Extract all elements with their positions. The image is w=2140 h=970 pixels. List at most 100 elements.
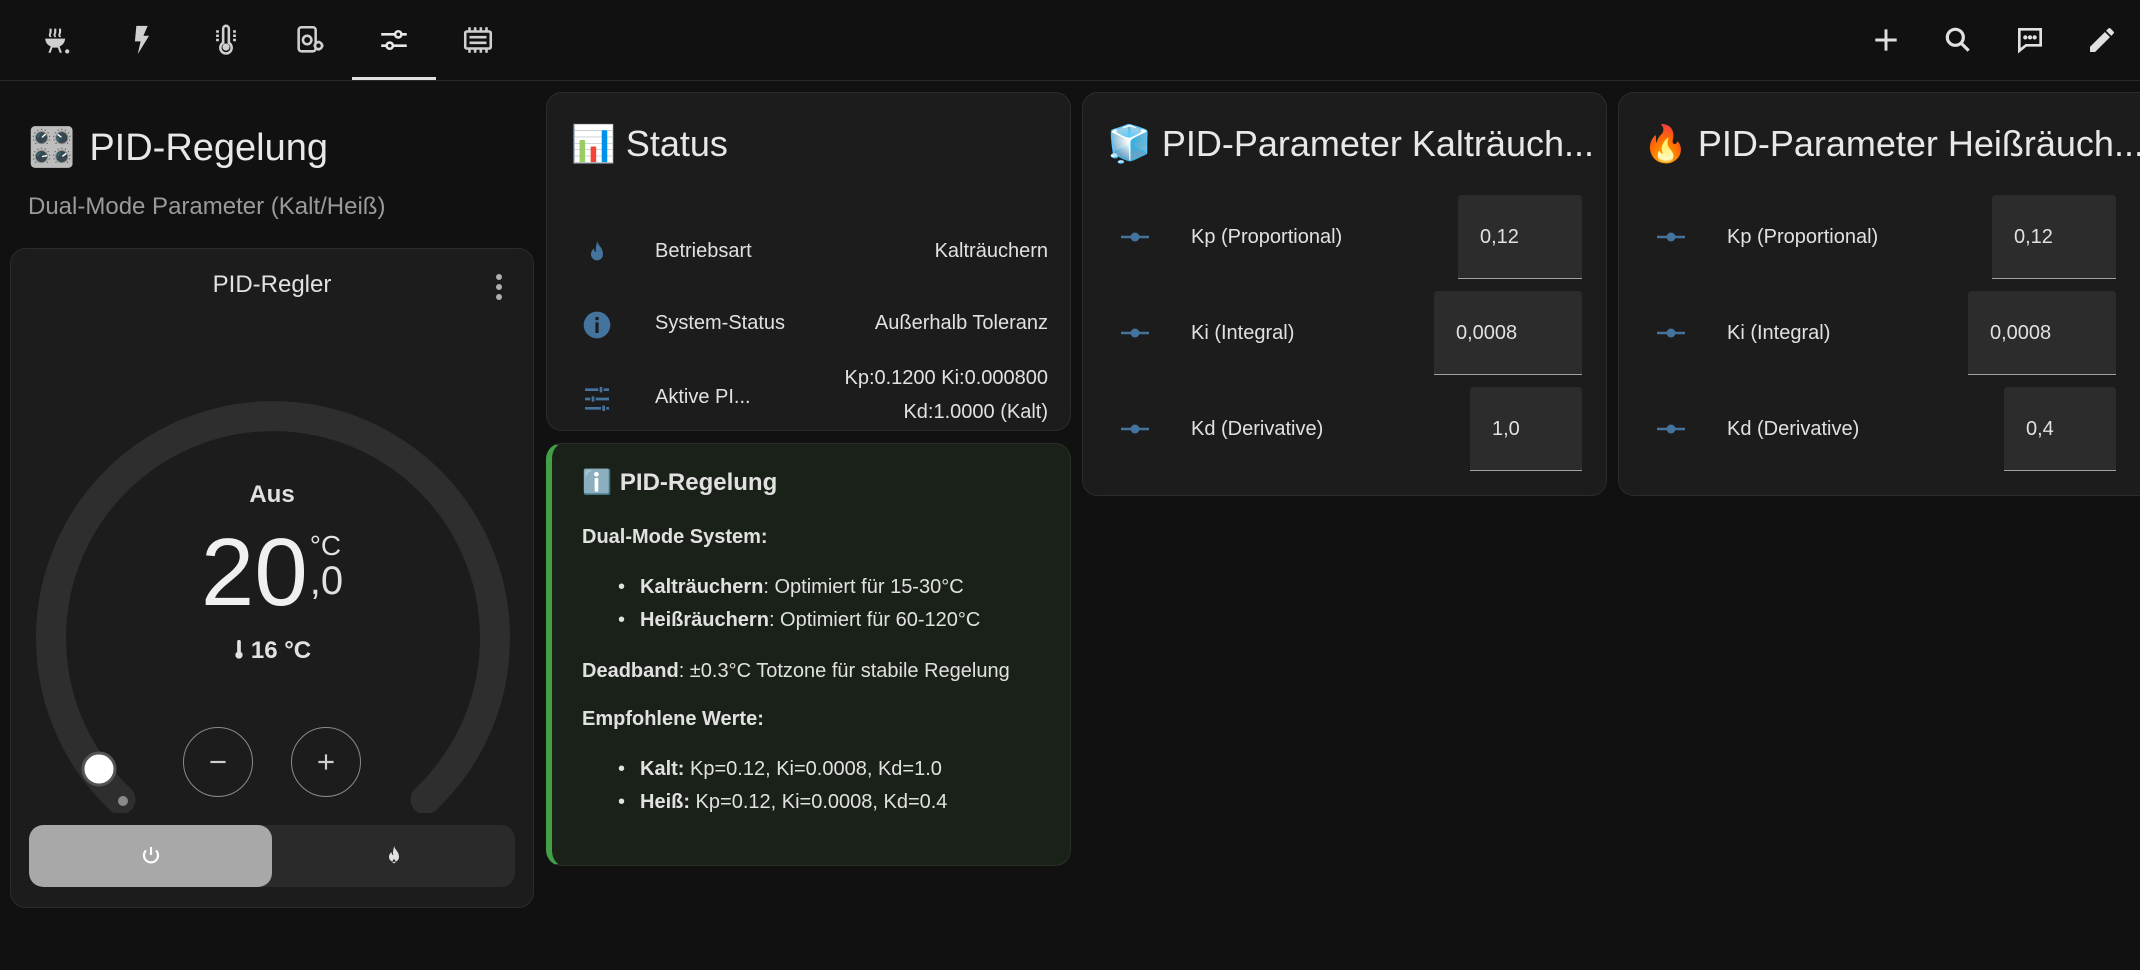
top-toolbar [0, 0, 2140, 81]
status-value: Kalträuchern [934, 240, 1048, 262]
more-vert-icon [496, 274, 502, 300]
list-item: Kalträuchern: Optimiert für 15-30°C [618, 571, 1062, 604]
status-row-operating-mode[interactable]: Betriebsart Kalträuchern [547, 223, 1072, 283]
increase-temperature-button[interactable] [291, 727, 361, 797]
page-subtitle: Dual-Mode Parameter (Kalt/Heiß) [28, 193, 386, 220]
param-row-kd: Kd (Derivative) 1,0 [1083, 387, 1606, 471]
pid-params-hot-title: 🔥 PID-Parameter Heißräuch... [1643, 123, 2140, 165]
list-item: Kalt: Kp=0.12, Ki=0.0008, Kd=1.0 [618, 753, 1062, 786]
tab-temperature[interactable] [184, 0, 268, 80]
status-label: Aktive PI... [655, 386, 751, 408]
info-emoji: ℹ️ [582, 469, 612, 496]
fire-icon [388, 846, 399, 864]
dial-current-marker [118, 796, 128, 806]
status-card-title: 📊 Status [571, 123, 728, 165]
list-item: Heißräuchern: Optimiert für 60-120°C [618, 604, 1062, 637]
param-row-ki: Ki (Integral) 0,0008 [1083, 291, 1606, 375]
chip-icon [463, 27, 493, 53]
dual-mode-list: Kalträuchern: Optimiert für 15-30°C Heiß… [582, 571, 1062, 637]
recommended-heading: Empfohlene Werte: [582, 708, 764, 730]
edit-icon [2090, 28, 2114, 52]
current-temperature-value: 16 °C [250, 637, 312, 664]
info-icon [583, 311, 611, 339]
page-title: 🎛️ PID-Regelung [28, 126, 328, 170]
thermostat-card: PID-Regler Aus 20 °C ,0 16 °C [10, 248, 534, 908]
param-input-ki[interactable]: 0,0008 [1434, 291, 1582, 375]
param-row-kp: Kp (Proportional) 0,12 [1619, 195, 2140, 279]
status-value: Kp:0.1200 Ki:0.000800 Kd:1.0000 (Kalt) [844, 361, 1048, 429]
current-temperature: 16 °C [11, 637, 533, 665]
search-button[interactable] [1922, 0, 1994, 80]
status-label: Betriebsart [655, 240, 752, 262]
dial-handle[interactable] [81, 751, 117, 787]
tab-monitor[interactable] [268, 0, 352, 80]
thermostat-title: PID-Regler [212, 271, 332, 298]
add-button[interactable] [1850, 0, 1922, 80]
status-card: 📊 Status Betriebsart Kalträuchern System… [546, 92, 1071, 431]
deadband-text: Deadband: ±0.3°C Totzone für stabile Reg… [582, 660, 1010, 682]
status-row-active-pid[interactable]: Aktive PI... Kp:0.1200 Ki:0.000800 Kd:1.… [547, 361, 1072, 439]
cold-title-text: PID-Parameter Kalträuch... [1161, 123, 1594, 164]
param-label: Ki (Integral) [1191, 322, 1295, 344]
cold-emoji: 🧊 [1107, 123, 1152, 164]
param-label: Kp (Proportional) [1727, 226, 1879, 248]
info-content: ℹ️ PID-Regelung Dual-Mode System: Kalträ… [582, 468, 1062, 839]
slider-icon [1657, 424, 1685, 434]
grill-icon [45, 28, 70, 54]
status-value-line1: Kp:0.1200 Ki:0.000800 [844, 367, 1048, 389]
thermometer-icon [216, 24, 236, 55]
add-icon [1875, 29, 1897, 51]
edit-button[interactable] [2066, 0, 2138, 80]
tab-pid[interactable] [352, 0, 436, 80]
lightning-icon [134, 25, 150, 55]
status-row-system-status[interactable]: System-Status Außerhalb Toleranz [547, 295, 1072, 355]
status-title-text: Status [625, 123, 728, 164]
param-row-ki: Ki (Integral) 0,0008 [1619, 291, 2140, 375]
hot-emoji: 🔥 [1643, 123, 1688, 164]
param-input-kd[interactable]: 1,0 [1470, 387, 1582, 471]
slider-icon [1121, 232, 1149, 242]
status-value: Außerhalb Toleranz [874, 312, 1048, 334]
mode-heat-button[interactable] [272, 825, 515, 887]
status-label: System-Status [655, 312, 786, 334]
tab-hardware[interactable] [436, 0, 520, 80]
mode-off-button[interactable] [29, 825, 272, 887]
param-input-kp[interactable]: 0,12 [1458, 195, 1582, 279]
param-label: Kp (Proportional) [1191, 226, 1343, 248]
param-input-kd[interactable]: 0,4 [2004, 387, 2116, 471]
pid-params-cold-title: 🧊 PID-Parameter Kalträuch... [1107, 123, 1594, 165]
param-row-kp: Kp (Proportional) 0,12 [1083, 195, 1606, 279]
param-label: Ki (Integral) [1727, 322, 1831, 344]
thermometer-small-icon [235, 639, 243, 659]
page-title-text: PID-Regelung [89, 126, 329, 169]
param-input-ki[interactable]: 0,0008 [1968, 291, 2116, 375]
target-temperature: 20 °C ,0 [11, 525, 533, 621]
status-title-emoji: 📊 [571, 123, 616, 164]
param-label: Kd (Derivative) [1191, 418, 1324, 440]
tune-sliders-icon [381, 29, 407, 51]
minus-icon [210, 760, 226, 764]
param-input-kp[interactable]: 0,12 [1992, 195, 2116, 279]
param-row-kd: Kd (Derivative) 0,4 [1619, 387, 2140, 471]
slider-icon [1121, 424, 1149, 434]
slider-icon [1657, 328, 1685, 338]
assist-button[interactable] [1994, 0, 2066, 80]
tab-grill[interactable] [16, 0, 100, 80]
pid-params-hot-card: 🔥 PID-Parameter Heißräuch... Kp (Proport… [1618, 92, 2140, 496]
decrease-temperature-button[interactable] [183, 727, 253, 797]
dual-mode-heading: Dual-Mode System: [582, 526, 768, 548]
hot-title-text: PID-Parameter Heißräuch... [1697, 123, 2140, 164]
power-icon [142, 847, 159, 864]
status-value-line2: Kd:1.0000 (Kalt) [903, 401, 1048, 423]
more-menu-button[interactable] [487, 271, 511, 303]
recommended-list: Kalt: Kp=0.12, Ki=0.0008, Kd=1.0 Heiß: K… [582, 753, 1062, 819]
thermostat-mode: Aus [249, 481, 295, 508]
info-title: PID-Regelung [619, 468, 778, 496]
temperature-unit: °C [309, 530, 342, 561]
target-temperature-integer: 20 [200, 519, 308, 626]
pid-params-cold-card: 🧊 PID-Parameter Kalträuch... Kp (Proport… [1082, 92, 1607, 496]
tab-energy[interactable] [100, 0, 184, 80]
slider-icon [1121, 328, 1149, 338]
info-card: ℹ️ PID-Regelung Dual-Mode System: Kalträ… [546, 443, 1071, 866]
plus-icon [318, 754, 334, 770]
